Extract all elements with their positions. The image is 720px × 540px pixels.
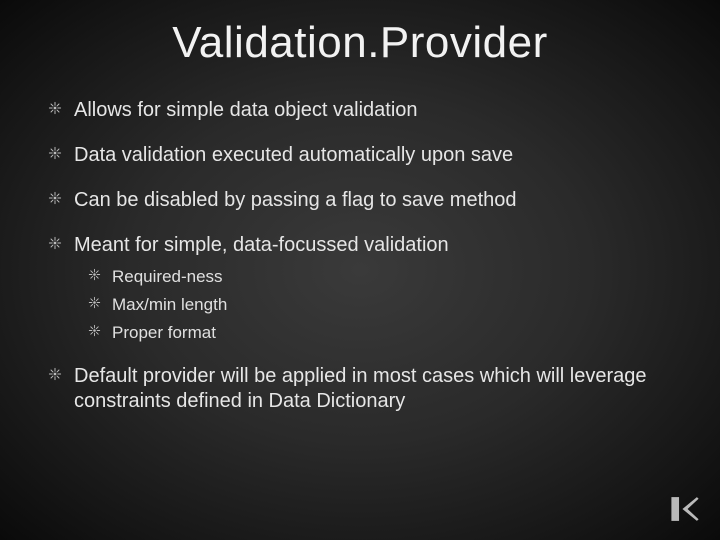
list-item-text: Proper format (112, 323, 216, 342)
list-item: Allows for simple data object validation (48, 98, 672, 123)
list-item-text: Allows for simple data object validation (74, 99, 418, 121)
burst-icon (48, 367, 62, 381)
burst-icon (48, 101, 62, 115)
list-item-text: Meant for simple, data-focussed validati… (74, 234, 449, 256)
list-item: Meant for simple, data-focussed validati… (48, 233, 672, 344)
burst-icon (88, 296, 101, 309)
list-item: Can be disabled by passing a flag to sav… (48, 188, 672, 213)
list-item: Data validation executed automatically u… (48, 143, 672, 168)
burst-icon (48, 191, 62, 205)
slide-title: Validation.Provider (0, 0, 720, 68)
slide: Validation.Provider Allows for simple da… (0, 0, 720, 540)
list-item: Proper format (88, 322, 672, 344)
bullet-list: Allows for simple data object validation… (48, 98, 672, 414)
list-item-text: Required-ness (112, 267, 223, 286)
slide-content: Allows for simple data object validation… (0, 68, 720, 414)
list-item: Max/min length (88, 294, 672, 316)
list-item: Required-ness (88, 266, 672, 288)
brand-logo-icon (668, 492, 702, 526)
burst-icon (48, 236, 62, 250)
burst-icon (88, 268, 101, 281)
burst-icon (88, 324, 101, 337)
list-item-text: Max/min length (112, 295, 227, 314)
sub-bullet-list: Required-ness Max/min length Proper form… (88, 266, 672, 344)
list-item-text: Can be disabled by passing a flag to sav… (74, 189, 517, 211)
burst-icon (48, 146, 62, 160)
list-item: Default provider will be applied in most… (48, 364, 672, 414)
list-item-text: Default provider will be applied in most… (74, 365, 647, 412)
list-item-text: Data validation executed automatically u… (74, 144, 513, 166)
